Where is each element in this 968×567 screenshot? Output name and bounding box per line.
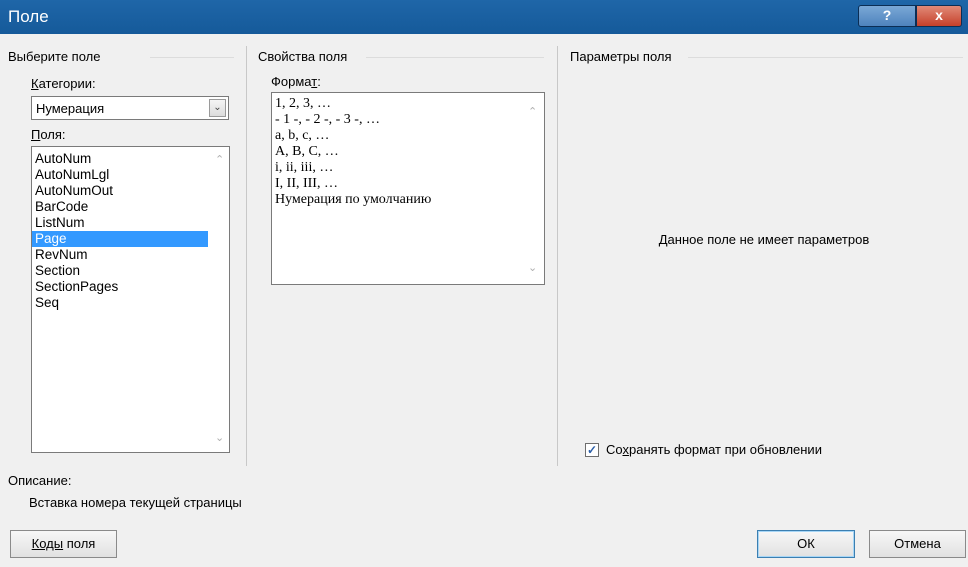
format-list-item[interactable]: i, ii, iii, … xyxy=(272,160,544,176)
title-bar: Поле ? x xyxy=(0,0,968,34)
group-line xyxy=(150,57,234,58)
format-listbox[interactable]: 1, 2, 3, … - 1 -, - 2 -, - 3 -, … a, b, c,… xyxy=(271,92,545,285)
preserve-format-checkbox[interactable]: ✓ xyxy=(585,443,599,457)
categories-label-text: атегории: xyxy=(38,76,96,91)
fields-listbox[interactable]: AutoNum AutoNumLgl AutoNumOut BarCode ListNu… xyxy=(31,146,230,453)
field-list-item[interactable]: Seq xyxy=(32,295,208,311)
scroll-down-icon[interactable]: ⌄ xyxy=(215,431,224,444)
format-list-item[interactable]: a, b, c, … xyxy=(272,128,544,144)
field-options-group-label: Параметры поля xyxy=(570,49,672,64)
chevron-down-icon[interactable]: ⌄ xyxy=(209,99,226,117)
scroll-up-icon[interactable]: ⌃ xyxy=(528,105,537,118)
categories-value: Нумерация xyxy=(36,101,105,116)
field-codes-button[interactable]: Коды поля xyxy=(10,530,117,558)
preserve-label-b: ранять формат при обновлении xyxy=(628,442,822,457)
window-title: Поле xyxy=(8,7,49,26)
select-field-group-label: Выберите поле xyxy=(8,49,101,64)
preserve-format-label[interactable]: Сохранять формат при обновлении xyxy=(606,442,822,457)
field-list-item[interactable]: AutoNum xyxy=(32,151,208,167)
format-list-item[interactable]: - 1 -, - 2 -, - 3 -, … xyxy=(272,112,544,128)
close-button[interactable]: x xyxy=(916,5,962,27)
no-params-text: Данное поле не имеет параметров xyxy=(658,232,870,247)
scroll-up-icon[interactable]: ⌃ xyxy=(215,153,224,166)
help-button[interactable]: ? xyxy=(858,5,916,27)
field-list-item[interactable]: BarCode xyxy=(32,199,208,215)
group-line xyxy=(688,57,963,58)
description-label: Описание: xyxy=(8,473,72,488)
format-list-item[interactable]: I, II, III, … xyxy=(272,176,544,192)
group-line xyxy=(366,57,544,58)
formats-list: 1, 2, 3, … - 1 -, - 2 -, - 3 -, … a, b, c,… xyxy=(272,93,544,208)
fields-label-text: оля: xyxy=(40,127,66,142)
fields-label: Поля: xyxy=(31,127,66,142)
format-list-item[interactable]: 1, 2, 3, … xyxy=(272,96,544,112)
field-properties-group-label: Свойства поля xyxy=(258,49,348,64)
format-list-item[interactable]: A, B, C, … xyxy=(272,144,544,160)
separator xyxy=(246,46,247,466)
categories-label: Категории: xyxy=(31,76,96,91)
categories-label-accel: К xyxy=(31,76,39,91)
format-label-text-a: Форма xyxy=(271,74,312,89)
field-list-item[interactable]: Page xyxy=(32,231,208,247)
fields-list: AutoNum AutoNumLgl AutoNumOut BarCode ListNu… xyxy=(32,147,229,311)
format-label-text-b: : xyxy=(317,74,321,89)
scroll-down-icon[interactable]: ⌄ xyxy=(528,261,537,274)
field-list-item[interactable]: RevNum xyxy=(32,247,208,263)
field-list-item[interactable]: ListNum xyxy=(32,215,208,231)
fields-label-accel: П xyxy=(31,127,41,142)
separator xyxy=(557,46,558,466)
categories-combobox[interactable]: Нумерация ⌄ xyxy=(31,96,229,120)
field-codes-text: поля xyxy=(63,536,96,551)
description-text: Вставка номера текущей страницы xyxy=(29,495,242,510)
format-label: Формат: xyxy=(271,74,321,89)
field-list-item[interactable]: AutoNumLgl xyxy=(32,167,208,183)
field-codes-accel: Коды xyxy=(31,536,64,551)
field-list-item[interactable]: Section xyxy=(32,263,208,279)
field-list-item[interactable]: AutoNumOut xyxy=(32,183,208,199)
field-list-item[interactable]: SectionPages xyxy=(32,279,208,295)
preserve-label-a: Со xyxy=(606,442,623,457)
ok-button[interactable]: ОК xyxy=(757,530,855,558)
cancel-button[interactable]: Отмена xyxy=(869,530,966,558)
format-list-item[interactable]: Нумерация по умолчанию xyxy=(272,192,544,208)
